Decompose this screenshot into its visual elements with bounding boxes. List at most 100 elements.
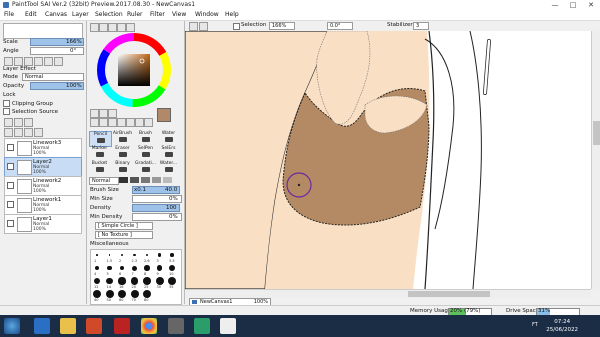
move-icon[interactable] (117, 118, 126, 127)
rotate-right-icon[interactable] (44, 57, 53, 66)
tool-selers[interactable]: SelErs (158, 146, 179, 160)
chrome-icon[interactable] (141, 318, 157, 334)
start-button-icon[interactable] (4, 318, 20, 334)
current-color-swatch[interactable] (157, 108, 171, 122)
brush-size-dot[interactable] (93, 277, 101, 285)
media-player-icon[interactable] (86, 318, 102, 334)
transparent-icon[interactable] (99, 109, 108, 118)
zoom-in-icon[interactable] (14, 57, 23, 66)
lasso-icon[interactable] (99, 118, 108, 127)
language-indicator[interactable]: FT (532, 322, 538, 328)
brush-size-grid[interactable]: 1 1.5 2 2.3 2.6 3 3.5 4 5 6 7 8 9 10 12 14 16 20 25 30 35 40 5… (90, 249, 182, 305)
clipping-group-box[interactable] (3, 100, 10, 107)
clipping-group-checkbox[interactable]: Clipping Group (3, 100, 53, 107)
brush-size-dot[interactable] (118, 277, 126, 285)
brush-size-dot[interactable] (143, 277, 151, 285)
brush-size-dot[interactable] (108, 254, 111, 256)
layer-item[interactable]: Linework1 Normal 100% (4, 195, 82, 215)
new-layer-icon[interactable] (4, 118, 13, 127)
brush-size-dot[interactable] (157, 253, 162, 257)
new-folder-icon[interactable] (14, 118, 23, 127)
zoom-field[interactable]: 166% (269, 22, 295, 30)
tool-pencil[interactable]: Pencil (89, 131, 112, 147)
brush-size-dot[interactable] (133, 253, 136, 257)
brush-size-dot[interactable] (119, 265, 125, 271)
tool-eraser[interactable]: Eraser (112, 146, 133, 160)
layer-item[interactable]: Linework3 Normal 100% (4, 138, 82, 158)
wand-icon[interactable] (108, 118, 117, 127)
hsv-slider-icon[interactable] (108, 23, 117, 32)
visibility-icon[interactable] (7, 163, 14, 170)
brush-shape-selector[interactable] (119, 177, 179, 184)
brush-size-dot[interactable] (106, 277, 113, 285)
tool-marker[interactable]: Marker (89, 146, 110, 160)
brush-size-dot[interactable] (168, 264, 176, 272)
ie-icon[interactable] (34, 318, 50, 334)
horizontal-scroll-thumb[interactable] (408, 291, 490, 297)
brush-size-dot[interactable] (132, 265, 137, 271)
tool-watercolor[interactable]: Water... (158, 161, 179, 175)
rotate-left-icon[interactable] (34, 57, 43, 66)
minimize-button[interactable]: — (546, 0, 564, 10)
color-wheel[interactable] (97, 33, 171, 107)
brush-size-dot[interactable] (156, 265, 163, 271)
selection-source-checkbox[interactable]: Selection Source (3, 108, 58, 115)
scratchpad-icon[interactable] (126, 23, 135, 32)
menu-ruler[interactable]: Ruler (127, 11, 143, 18)
brush-size-dot[interactable] (168, 277, 176, 285)
menu-view[interactable]: View (172, 11, 186, 18)
swatches-icon[interactable] (117, 23, 126, 32)
brush-size-dot[interactable] (95, 266, 99, 270)
explorer-icon[interactable] (60, 318, 76, 334)
visibility-icon[interactable] (7, 201, 14, 208)
selection-checkbox[interactable] (233, 23, 240, 30)
layer-effect-label[interactable]: Layer Effect (3, 66, 36, 72)
tool-airbrush[interactable]: AirBrush (112, 131, 133, 145)
navigator-thumbnail[interactable] (3, 23, 83, 39)
visibility-icon[interactable] (7, 144, 14, 151)
visibility-icon[interactable] (7, 220, 14, 227)
color-wheel-icon[interactable] (90, 23, 99, 32)
brush-size-dot[interactable] (93, 290, 101, 298)
tool-bucket[interactable]: Bucket (89, 161, 110, 175)
picker-icon[interactable] (108, 109, 117, 118)
app-icon-red[interactable] (114, 318, 130, 334)
brush-size-dot[interactable] (118, 290, 126, 298)
delete-layer-icon[interactable] (34, 128, 43, 137)
rotate-icon[interactable] (135, 118, 144, 127)
brush-size-dot[interactable] (145, 253, 149, 257)
tool-water[interactable]: Water (158, 131, 179, 145)
layer-item[interactable]: Linework2 Normal 100% (4, 176, 82, 196)
edge-select[interactable]: [ Simple Circle ] (95, 222, 153, 230)
brush-size-dot[interactable] (155, 277, 164, 285)
merge-down-icon[interactable] (14, 128, 23, 137)
undo-icon[interactable] (189, 22, 198, 31)
brush-size-dot[interactable] (130, 290, 139, 298)
tool-selpen[interactable]: SelPen (135, 146, 156, 160)
redo-icon[interactable] (199, 22, 208, 31)
close-button[interactable]: ✕ (582, 0, 600, 10)
zoom-icon[interactable] (126, 118, 135, 127)
misc-label[interactable]: Miscellaneous (90, 241, 129, 247)
brush-size-dot[interactable] (170, 253, 174, 257)
texture-select[interactable]: [ No Texture ] (95, 231, 153, 239)
brush-size-dot[interactable] (120, 253, 124, 257)
menu-window[interactable]: Window (195, 11, 219, 18)
maximize-button[interactable]: □ (564, 0, 582, 10)
menu-help[interactable]: Help (225, 11, 239, 18)
app-icon-gray[interactable] (168, 318, 184, 334)
new-mask-icon[interactable] (24, 118, 33, 127)
brush-size-dot[interactable] (105, 290, 114, 298)
brush-blend-select[interactable]: Normal (89, 177, 119, 185)
selection-source-box[interactable] (3, 108, 10, 115)
brush-size-dot[interactable] (107, 265, 112, 271)
brush-size-dot[interactable] (143, 290, 151, 298)
flip-icon[interactable] (54, 57, 63, 66)
clock[interactable]: 07:24 25/06/2022 (546, 318, 578, 334)
menu-canvas[interactable]: Canvas (45, 11, 67, 18)
tool-brush[interactable]: Brush (135, 131, 156, 145)
copy-layer-icon[interactable] (4, 128, 13, 137)
visibility-icon[interactable] (7, 182, 14, 189)
camtasia-recorder-icon[interactable] (220, 318, 236, 334)
drawing-canvas[interactable] (185, 31, 591, 289)
